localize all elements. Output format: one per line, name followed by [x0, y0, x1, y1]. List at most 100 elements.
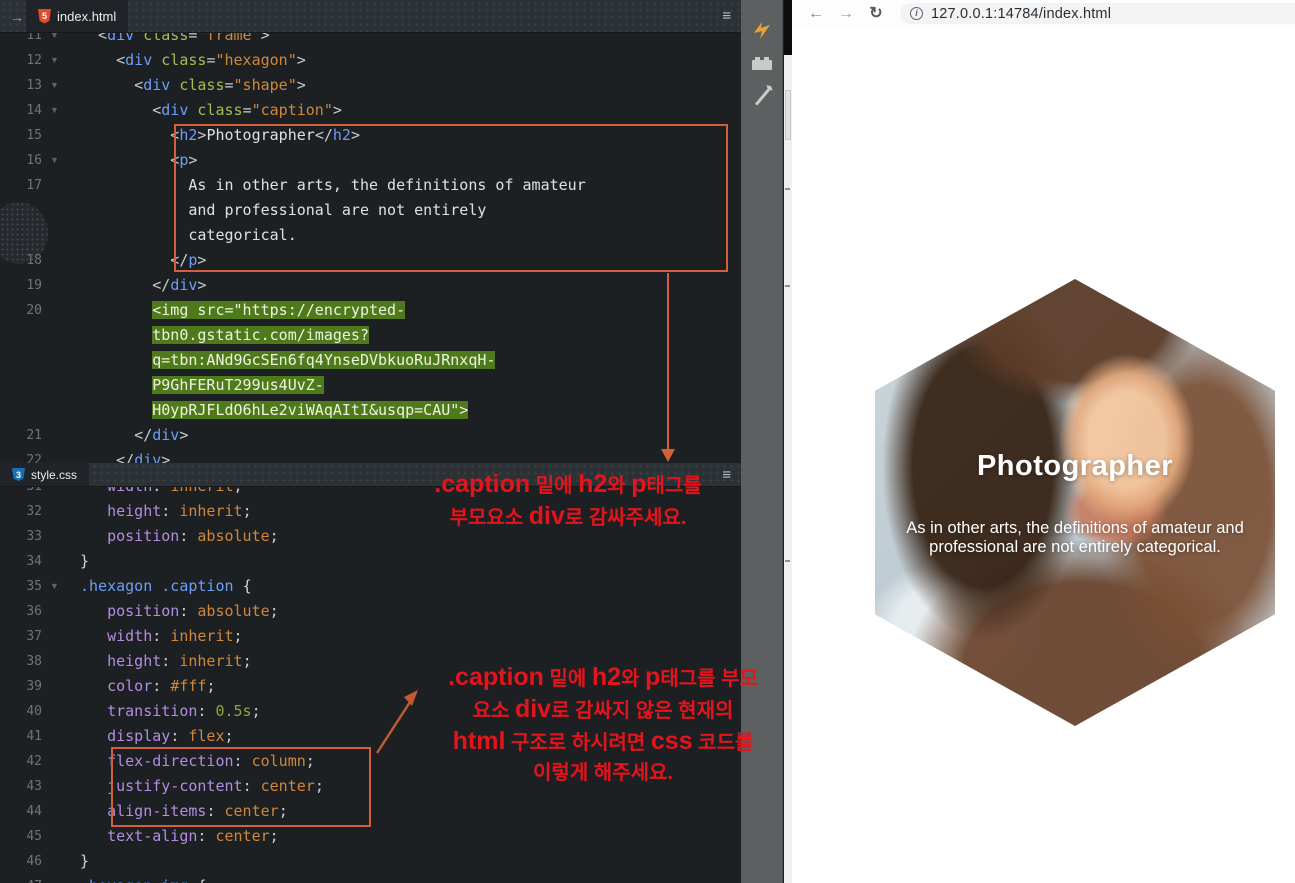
- code-line[interactable]: 19 </div>: [0, 273, 741, 298]
- magic-wand-icon[interactable]: [741, 85, 783, 107]
- line-number: 37: [26, 629, 42, 644]
- annotation-line: 이렇게 해주세요.: [533, 762, 673, 784]
- tab-style-css[interactable]: 3 style.css: [0, 463, 90, 486]
- pane-menu-icon[interactable]: ≡: [722, 9, 731, 24]
- live-preview-icon[interactable]: [741, 20, 783, 42]
- fold-gutter: [50, 248, 72, 273]
- code-text: height: inherit;: [107, 502, 252, 520]
- code-text: <div class="caption">: [80, 101, 342, 119]
- code-text: position: absolute;: [107, 527, 279, 545]
- code-line[interactable]: 21 </div>: [0, 423, 741, 448]
- line-number: 14: [26, 103, 42, 118]
- line-number: 17: [26, 178, 42, 193]
- tab-index-html[interactable]: 5 index.html: [26, 0, 129, 32]
- pane-menu-icon[interactable]: ≡: [722, 467, 731, 482]
- code-line[interactable]: 34}: [0, 549, 741, 574]
- caption-heading: Photographer: [976, 450, 1174, 482]
- code-line[interactable]: 12 ▼ <div class="hexagon">: [0, 48, 741, 73]
- forward-button[interactable]: →: [836, 5, 856, 22]
- fold-gutter: [50, 423, 72, 448]
- code-text: width: inherit;: [107, 627, 243, 645]
- extension-manager-icon[interactable]: [741, 54, 783, 70]
- screenshot-stage: 11 ▼ <div class="frame"> 12 ▼ <div class="h…: [0, 0, 1295, 883]
- fold-gutter: [50, 774, 72, 799]
- code-line[interactable]: 45 text-align: center;: [0, 824, 741, 849]
- code-line[interactable]: P9GhFERuT299us4UvZ-: [0, 373, 741, 398]
- line-number: [0, 373, 50, 398]
- fold-gutter: [50, 699, 72, 724]
- fold-gutter: [50, 398, 72, 423]
- html5-file-icon: 5: [38, 8, 51, 24]
- scrollbar-thumb[interactable]: [784, 90, 791, 140]
- fold-gutter: [50, 649, 72, 674]
- code-fold-icon[interactable]: ▼: [50, 48, 72, 73]
- line-number: 20: [26, 303, 42, 318]
- annotation-note-wrap-div: .caption 밑에 h2와 p태그를 부모요소 div로 감싸주세요.: [418, 469, 718, 533]
- annotation-line: html 구조로 하시려면 css 코드를: [452, 727, 754, 755]
- code-text: transition: 0.5s;: [107, 702, 261, 720]
- fold-gutter: [50, 824, 72, 849]
- fold-gutter: [50, 123, 72, 148]
- line-number: 16: [26, 153, 42, 168]
- code-fold-icon[interactable]: ▼: [50, 98, 72, 123]
- code-text: </div>: [80, 426, 189, 444]
- line-number: 44: [26, 804, 42, 819]
- fold-gutter: [50, 323, 72, 348]
- show-sidebar-icon[interactable]: →: [10, 9, 24, 25]
- line-number: 13: [26, 78, 42, 93]
- code-line[interactable]: 14 ▼ <div class="caption">: [0, 98, 741, 123]
- line-number: 15: [26, 128, 42, 143]
- tab-label: style.css: [31, 467, 78, 482]
- code-line[interactable]: 47▼.hexagon img {: [0, 874, 741, 883]
- back-button[interactable]: ←: [806, 5, 826, 22]
- scrollbar-dark-segment: [784, 0, 792, 55]
- code-text: .hexagon img {: [72, 874, 206, 883]
- line-number: 43: [26, 779, 42, 794]
- code-line[interactable]: 13 ▼ <div class="shape">: [0, 73, 741, 98]
- line-number: 41: [26, 729, 42, 744]
- fold-gutter: [50, 724, 72, 749]
- code-line[interactable]: H0ypRJFLdO6hLe2viWAqAItI&usqp=CAU">: [0, 398, 741, 423]
- fold-gutter: [50, 298, 72, 323]
- code-text: H0ypRJFLdO6hLe2viWAqAItI&usqp=CAU">: [152, 401, 469, 419]
- code-line[interactable]: q=tbn:ANd9GcSEn6fq4YnseDVbkuoRuJRnxqH-: [0, 348, 741, 373]
- annotation-line: 요소 div로 감싸지 않은 현재의: [472, 695, 734, 723]
- code-fold-icon[interactable]: ▼: [50, 874, 72, 883]
- fold-gutter: [50, 849, 72, 874]
- browser-window: ← → ↻ i 127.0.0.1:14784/index.html Photo…: [792, 0, 1295, 883]
- annotation-line: .caption 밑에 h2와 p태그를: [434, 470, 702, 498]
- url-text: 127.0.0.1:14784/index.html: [931, 5, 1112, 22]
- annotation-note-css-alternative: .caption 밑에 h2와 p태그를 부모요소 div로 감싸지 않은 현재…: [415, 662, 791, 788]
- address-bar[interactable]: i 127.0.0.1:14784/index.html: [900, 3, 1295, 24]
- code-line[interactable]: 36 position: absolute;: [0, 599, 741, 624]
- code-editor: 11 ▼ <div class="frame"> 12 ▼ <div class="h…: [0, 0, 758, 883]
- code-line[interactable]: 37 width: inherit;: [0, 624, 741, 649]
- code-line[interactable]: 35 ▼ .hexagon .caption {: [0, 574, 741, 599]
- fold-gutter: [50, 499, 72, 524]
- hexagon-card: Photographer As in other arts, the defin…: [875, 279, 1275, 726]
- code-text: position: absolute;: [107, 602, 279, 620]
- code-text: P9GhFERuT299us4UvZ-: [152, 376, 324, 394]
- code-fold-icon[interactable]: ▼: [50, 73, 72, 98]
- fold-gutter: [50, 198, 72, 223]
- fold-gutter: [50, 549, 72, 574]
- code-fold-icon[interactable]: ▼: [50, 574, 72, 599]
- annotation-line: .caption 밑에 h2와 p태그를 부모: [448, 663, 758, 691]
- annotation-box-css-flex: [111, 747, 371, 827]
- code-text: q=tbn:ANd9GcSEn6fq4YnseDVbkuoRuJRnxqH-: [152, 351, 496, 369]
- line-number: 38: [26, 654, 42, 669]
- fold-gutter: [50, 799, 72, 824]
- code-line[interactable]: 46}: [0, 849, 741, 874]
- code-text: .hexagon .caption {: [80, 577, 252, 595]
- line-number: 47: [0, 874, 50, 883]
- reload-button[interactable]: ↻: [866, 5, 886, 22]
- code-line[interactable]: 20 <img src="https://encrypted-: [0, 298, 741, 323]
- scrollbar-tickmark: [785, 188, 790, 190]
- code-line[interactable]: tbn0.gstatic.com/images?: [0, 323, 741, 348]
- fold-gutter: [50, 348, 72, 373]
- line-number: 32: [26, 504, 42, 519]
- code-text: text-align: center;: [107, 827, 279, 845]
- line-number: 34: [26, 554, 42, 569]
- page-info-icon[interactable]: i: [910, 7, 923, 20]
- code-fold-icon[interactable]: ▼: [50, 148, 72, 173]
